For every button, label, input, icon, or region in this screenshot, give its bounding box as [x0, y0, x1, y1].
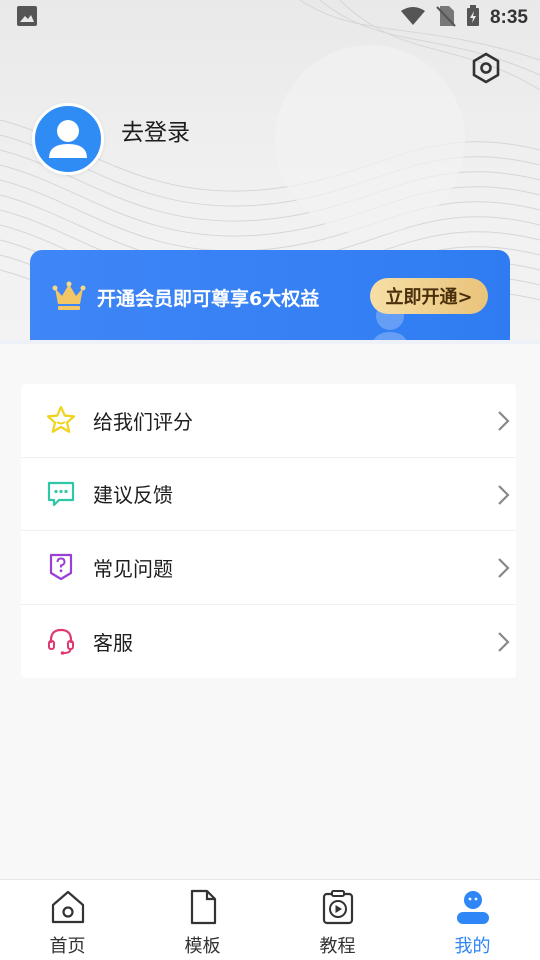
chevron-right-icon — [496, 557, 510, 583]
crown-icon — [52, 280, 86, 316]
question-icon — [45, 551, 77, 583]
no-sim-icon — [436, 5, 456, 31]
vip-banner-text: 开通会员即可尊享6大权益 — [97, 288, 320, 310]
headset-icon — [45, 625, 77, 657]
tab-label: 首页 — [49, 936, 86, 957]
chevron-right-icon — [496, 410, 510, 436]
user-silhouette-icon — [49, 120, 87, 158]
status-time: 8:35 — [489, 7, 528, 28]
tab-templates[interactable]: 模板 — [135, 880, 270, 960]
menu-item-customer-service[interactable]: 客服 — [21, 605, 516, 679]
settings-menu: 给我们评分 建议反馈 常见问题 客服 — [21, 384, 516, 678]
tab-tutorials[interactable]: 教程 — [270, 880, 405, 960]
wifi-icon — [400, 6, 426, 30]
star-icon — [45, 404, 77, 436]
login-link[interactable]: 去登录 — [121, 113, 190, 147]
profile-icon — [454, 888, 492, 930]
menu-item-label: 建议反馈 — [93, 483, 173, 508]
avatar[interactable] — [32, 103, 104, 175]
menu-item-label: 常见问题 — [93, 556, 173, 581]
template-icon — [184, 888, 222, 930]
settings-hexagon-icon — [471, 52, 501, 88]
tab-label: 我的 — [454, 936, 491, 957]
menu-item-label: 客服 — [93, 630, 133, 655]
menu-item-rate-us[interactable]: 给我们评分 — [21, 384, 516, 458]
tab-mine[interactable]: 我的 — [405, 880, 540, 960]
chevron-right-icon — [496, 631, 510, 657]
settings-button[interactable] — [466, 50, 506, 90]
status-bar: 8:35 — [0, 0, 540, 36]
activate-vip-button[interactable]: 立即开通> — [370, 278, 488, 314]
menu-item-label: 给我们评分 — [93, 409, 193, 434]
image-notification-icon — [16, 5, 38, 31]
bottom-tab-bar: 首页 模板 教程 我的 — [0, 879, 540, 960]
vip-banner[interactable]: 开通会员即可尊享6大权益 立即开通> — [30, 250, 510, 345]
battery-charging-icon — [466, 5, 480, 31]
feedback-icon — [45, 478, 77, 510]
tab-label: 教程 — [319, 936, 356, 957]
tab-label: 模板 — [184, 936, 221, 957]
menu-item-faq[interactable]: 常见问题 — [21, 531, 516, 605]
home-icon — [49, 888, 87, 930]
menu-item-feedback[interactable]: 建议反馈 — [21, 458, 516, 531]
tab-home[interactable]: 首页 — [0, 880, 135, 960]
chevron-right-icon — [496, 484, 510, 510]
tutorial-icon — [319, 888, 357, 930]
